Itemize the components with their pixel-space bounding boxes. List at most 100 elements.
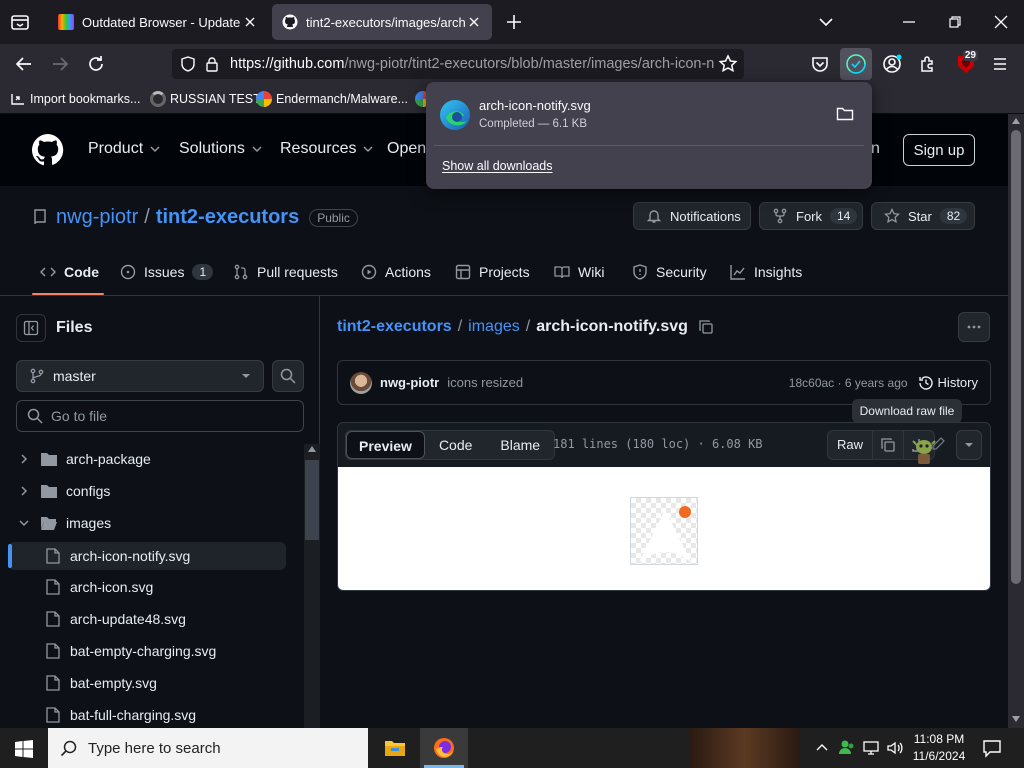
restore-icon[interactable] (946, 13, 964, 31)
bookmark-import[interactable]: Import bookmarks... (10, 88, 140, 110)
raw-button[interactable]: Raw (828, 431, 874, 459)
tab-projects[interactable]: Projects (455, 262, 530, 282)
notifications-button[interactable]: Notifications (633, 202, 751, 230)
page-scrollbar-thumb[interactable] (1011, 130, 1021, 584)
scroll-down-arrow-icon[interactable] (1012, 716, 1020, 722)
close-icon[interactable] (466, 14, 482, 30)
tree-item-arch-icon-notify[interactable]: arch-icon-notify.svg (0, 541, 300, 571)
commit-message[interactable]: icons resized (447, 375, 789, 390)
volume-icon[interactable] (886, 739, 904, 757)
tree-item-arch-package[interactable]: arch-package (0, 444, 300, 474)
forward-icon[interactable] (50, 54, 70, 74)
browser-tab-github[interactable]: tint2-executors/images/arch-ic (272, 4, 492, 40)
code-view-tab[interactable]: Code (425, 431, 486, 459)
tree-item-images[interactable]: images (0, 508, 300, 538)
folder-icon (40, 451, 58, 467)
more-options-button[interactable] (958, 312, 990, 342)
bookmark-russian-test[interactable]: RUSSIAN TEST (150, 88, 261, 110)
file-icon (46, 707, 60, 723)
blame-tab[interactable]: Blame (486, 431, 554, 459)
tab-label: Pull requests (257, 264, 338, 280)
menu-icon[interactable] (990, 54, 1010, 74)
tab-actions[interactable]: Actions (361, 262, 431, 282)
reload-icon[interactable] (86, 54, 106, 74)
tree-label: arch-package (66, 451, 151, 467)
sign-up-button[interactable]: Sign up (903, 134, 975, 166)
commit-author[interactable]: nwg-piotr (380, 375, 439, 390)
browser-tab-outdated[interactable]: Outdated Browser - Update your (48, 4, 268, 40)
notification-center-icon[interactable] (982, 738, 1002, 758)
sign-in-link[interactable]: n (871, 140, 880, 158)
breadcrumb-folder-link[interactable]: images (468, 318, 520, 336)
tab-overview-icon[interactable] (10, 12, 30, 32)
fork-button[interactable]: Fork 14 (759, 202, 863, 230)
history-link[interactable]: History (938, 375, 978, 390)
file-menu-button[interactable] (956, 430, 982, 460)
copy-icon[interactable] (698, 319, 714, 335)
tree-item-bat-empty-charging[interactable]: bat-empty-charging.svg (0, 636, 300, 666)
close-icon[interactable] (242, 14, 258, 30)
repo-owner-link[interactable]: nwg-piotr (56, 206, 138, 229)
scroll-up-arrow-icon[interactable] (308, 446, 316, 452)
network-icon[interactable] (862, 739, 880, 757)
tab-security[interactable]: Security (632, 262, 707, 282)
avatar[interactable] (350, 371, 372, 394)
user-tray-icon[interactable] (838, 738, 856, 756)
taskbar-firefox-button[interactable] (420, 728, 468, 768)
tab-insights[interactable]: Insights (730, 262, 802, 282)
tab-issues[interactable]: Issues 1 (120, 262, 214, 282)
page-scrollbar[interactable] (1008, 114, 1024, 728)
tooltip: Download raw file (852, 399, 962, 423)
star-button[interactable]: Star 82 (871, 202, 975, 230)
new-tab-icon[interactable] (505, 13, 523, 31)
nav-product[interactable]: Product (88, 140, 161, 158)
lock-icon[interactable] (204, 56, 220, 72)
tree-item-bat-full-charging[interactable]: bat-full-charging.svg (0, 700, 300, 730)
account-icon[interactable] (882, 54, 902, 74)
addon-icon[interactable]: 29 (954, 50, 978, 76)
nav-open-source[interactable]: Open (387, 140, 426, 158)
tab-code[interactable]: Code (40, 262, 99, 282)
taskbar-search-box[interactable]: Type here to search (48, 728, 368, 768)
shield-icon[interactable] (180, 56, 196, 72)
chevron-down-icon (362, 143, 374, 155)
commit-meta[interactable]: 18c60ac · 6 years ago (789, 376, 908, 390)
taskbar-clock[interactable]: 11:08 PM 11/6/2024 (908, 731, 970, 765)
nav-resources[interactable]: Resources (280, 140, 374, 158)
tree-item-arch-update48[interactable]: arch-update48.svg (0, 604, 300, 634)
window-close-icon[interactable] (992, 13, 1010, 31)
go-to-file-input[interactable]: Go to file (16, 400, 304, 432)
bookmark-star-icon[interactable] (718, 54, 738, 74)
extensions-icon[interactable] (918, 54, 938, 74)
downloads-button[interactable] (840, 48, 872, 80)
collapse-sidebar-button[interactable] (16, 314, 46, 342)
pocket-icon[interactable] (810, 54, 830, 74)
list-tabs-icon[interactable] (817, 13, 835, 31)
show-all-downloads-button[interactable]: Show all downloads (442, 159, 553, 173)
tree-item-configs[interactable]: configs (0, 476, 300, 506)
tree-item-bat-empty[interactable]: bat-empty.svg (0, 668, 300, 698)
preview-tab[interactable]: Preview (346, 431, 425, 459)
back-icon[interactable] (14, 54, 34, 74)
show-hidden-icons-icon[interactable] (815, 741, 829, 755)
sidebar-scrollbar-thumb[interactable] (305, 460, 319, 540)
scroll-up-arrow-icon[interactable] (1012, 118, 1020, 124)
download-item[interactable]: arch-icon-notify.svg Completed — 6.1 KB (434, 90, 864, 146)
github-logo-icon[interactable] (32, 134, 64, 166)
branch-select[interactable]: master (16, 360, 264, 392)
url-bar[interactable]: https://github.com/nwg-piotr/tint2-execu… (172, 49, 744, 79)
windows-start-icon[interactable] (14, 739, 34, 759)
repo-name-link[interactable]: tint2-executors (156, 206, 299, 229)
sidebar-scrollbar[interactable] (304, 444, 320, 728)
tab-wiki[interactable]: Wiki (554, 262, 604, 282)
folder-icon[interactable] (836, 106, 854, 122)
tree-item-arch-icon[interactable]: arch-icon.svg (0, 572, 300, 602)
search-files-button[interactable] (272, 360, 304, 392)
file-explorer-icon[interactable] (384, 738, 406, 758)
nav-solutions[interactable]: Solutions (179, 140, 263, 158)
breadcrumb-repo-link[interactable]: tint2-executors (337, 318, 452, 336)
minimize-icon[interactable] (900, 13, 918, 31)
bookmark-endermanch[interactable]: Endermanch/Malware... (256, 88, 408, 110)
copy-raw-button[interactable] (873, 431, 905, 459)
tab-pull-requests[interactable]: Pull requests (233, 262, 338, 282)
